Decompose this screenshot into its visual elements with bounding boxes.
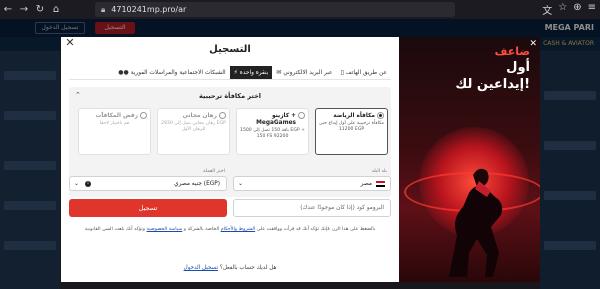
bonus-radio-casino[interactable]: [298, 112, 305, 119]
one-click-icon: ⚡: [233, 69, 238, 76]
info-icon[interactable]: i: [85, 180, 91, 187]
bonus-card-sport[interactable]: مكافأة الرياضة مكافأة ترحيبية على أول إي…: [315, 108, 388, 155]
banner-line-3: إيداعين لك!: [455, 77, 530, 92]
url-text: 4710241mp.pro/ar: [111, 5, 187, 14]
email-icon: ✉: [276, 69, 282, 76]
extensions-icon[interactable]: ⊕: [573, 2, 581, 17]
terms-prefix: بالضغط على هذا الزر، فإنك تؤكد أنك قد قر…: [256, 227, 376, 232]
banner-line-2: أول: [506, 60, 530, 75]
country-label: بلد البلد: [371, 169, 387, 174]
bonus-card-desc: مكافأة ترحيبية على أول إيداع حتى 11200 E…: [319, 121, 384, 132]
menu-icon[interactable]: ≡: [588, 2, 596, 17]
registration-tabs: ▯ عن طريق الهاتف ✉ عبر البريد الالكتروني…: [69, 66, 391, 80]
tab-phone-label: عن طريق الهاتف: [345, 69, 387, 76]
tab-email-label: عبر البريد الالكتروني: [283, 69, 333, 76]
bonus-card-desc: رهان مجاني يصل إلى 2930 EGP للرهان الأول: [161, 121, 226, 132]
bonus-radio-sport[interactable]: [377, 112, 384, 119]
lock-icon: 🔒︎: [101, 4, 106, 14]
forward-icon[interactable]: →: [16, 4, 32, 15]
egypt-flag-icon: [376, 180, 385, 187]
terms-mid: الخاصة بالشركة و: [183, 227, 220, 232]
back-icon[interactable]: ←: [0, 4, 16, 15]
privacy-link[interactable]: سياسة الخصوصية: [147, 227, 183, 232]
terms-text: بالضغط على هذا الزر، فإنك تؤكد أنك قد قر…: [69, 227, 391, 234]
tab-phone[interactable]: ▯ عن طريق الهاتف: [336, 66, 391, 79]
tab-social-label: الشبكات الاجتماعية والمراسلات الفورية: [130, 69, 226, 76]
reload-icon[interactable]: ↻: [32, 4, 48, 15]
chevron-down-icon: ⌄: [74, 180, 80, 187]
bonus-heading: اختر مكافأة ترحيبية: [199, 92, 261, 100]
bonus-radio-freebet[interactable]: [219, 112, 226, 119]
registration-modal: ✕ التسجيل ▯ عن طريق الهاتف ✉ عبر البريد …: [61, 37, 399, 282]
terms-link[interactable]: الشروط والأحكام: [221, 227, 255, 232]
translate-icon[interactable]: 文: [542, 2, 552, 17]
bonus-card-title: رهان مجاني: [182, 113, 217, 119]
home-icon[interactable]: ⌂: [48, 4, 64, 15]
bonus-radio-decline[interactable]: [140, 112, 147, 119]
bonus-card-title: كازينو + MegaGames: [256, 113, 296, 126]
tab-one-click[interactable]: ⚡ بنقرة واحدة: [229, 66, 273, 79]
bonus-card-title: رفض المكافآت: [95, 113, 138, 119]
social-icon: ●●: [118, 69, 129, 76]
currency-select[interactable]: ⌄ i جنيه مصري (EGP): [69, 176, 227, 191]
country-value: مصر: [360, 180, 372, 187]
bonus-card-desc: باقة 150 تصل إلى 1500 EGP + 150 FS 92200: [240, 128, 305, 139]
currency-value: جنيه مصري (EGP): [174, 180, 220, 187]
bookmark-star-icon[interactable]: ☆: [558, 2, 567, 17]
browser-toolbar: ← → ↻ ⌂ 🔒︎ 4710241mp.pro/ar 文 ☆ ⊕ ≡: [0, 0, 600, 19]
tab-social[interactable]: ●● الشبكات الاجتماعية والمراسلات الفورية: [114, 66, 229, 79]
login-link[interactable]: تسجيل الدخول: [184, 265, 218, 271]
phone-icon: ▯: [340, 69, 344, 76]
bonus-card-freebet[interactable]: رهان مجاني رهان مجاني يصل إلى 2930 EGP ل…: [157, 108, 230, 155]
login-prompt-text: هل لديك حساب بالفعل؟: [219, 265, 277, 271]
currency-label: اختر العملة: [203, 169, 225, 174]
bonus-card-desc: قم باختيار لاحقا: [99, 121, 130, 126]
banner-close-icon[interactable]: ✕: [529, 39, 537, 49]
tab-one-click-label: بنقرة واحدة: [239, 69, 269, 76]
chevron-down-icon: ⌄: [238, 180, 244, 187]
register-button[interactable]: تسجيل: [69, 199, 227, 217]
jockey-horse-image: [449, 168, 503, 277]
tab-email[interactable]: ✉ عبر البريد الالكتروني: [272, 66, 336, 79]
country-select[interactable]: ⌄ مصر: [233, 176, 391, 191]
terms-suffix: وتؤكد أنك بلغت السن القانونية: [84, 227, 146, 232]
promo-banner: ✕ ضاعف أول إيداعين لك!: [399, 37, 540, 282]
bonus-card-decline[interactable]: رفض المكافآت قم باختيار لاحقا: [78, 108, 151, 155]
banner-line-1: ضاعف: [494, 45, 530, 58]
bonus-card-casino[interactable]: كازينو + MegaGames باقة 150 تصل إلى 1500…: [236, 108, 309, 155]
promo-code-input[interactable]: البرومو كود (إذا كان موجودًا عندك): [233, 199, 391, 217]
login-prompt: هل لديك حساب بالفعل؟ تسجيل الدخول: [61, 265, 399, 271]
modal-title: التسجيل: [209, 44, 251, 55]
address-bar[interactable]: 🔒︎ 4710241mp.pro/ar: [95, 2, 455, 17]
bonus-card-title: مكافأة الرياضة: [333, 113, 375, 119]
